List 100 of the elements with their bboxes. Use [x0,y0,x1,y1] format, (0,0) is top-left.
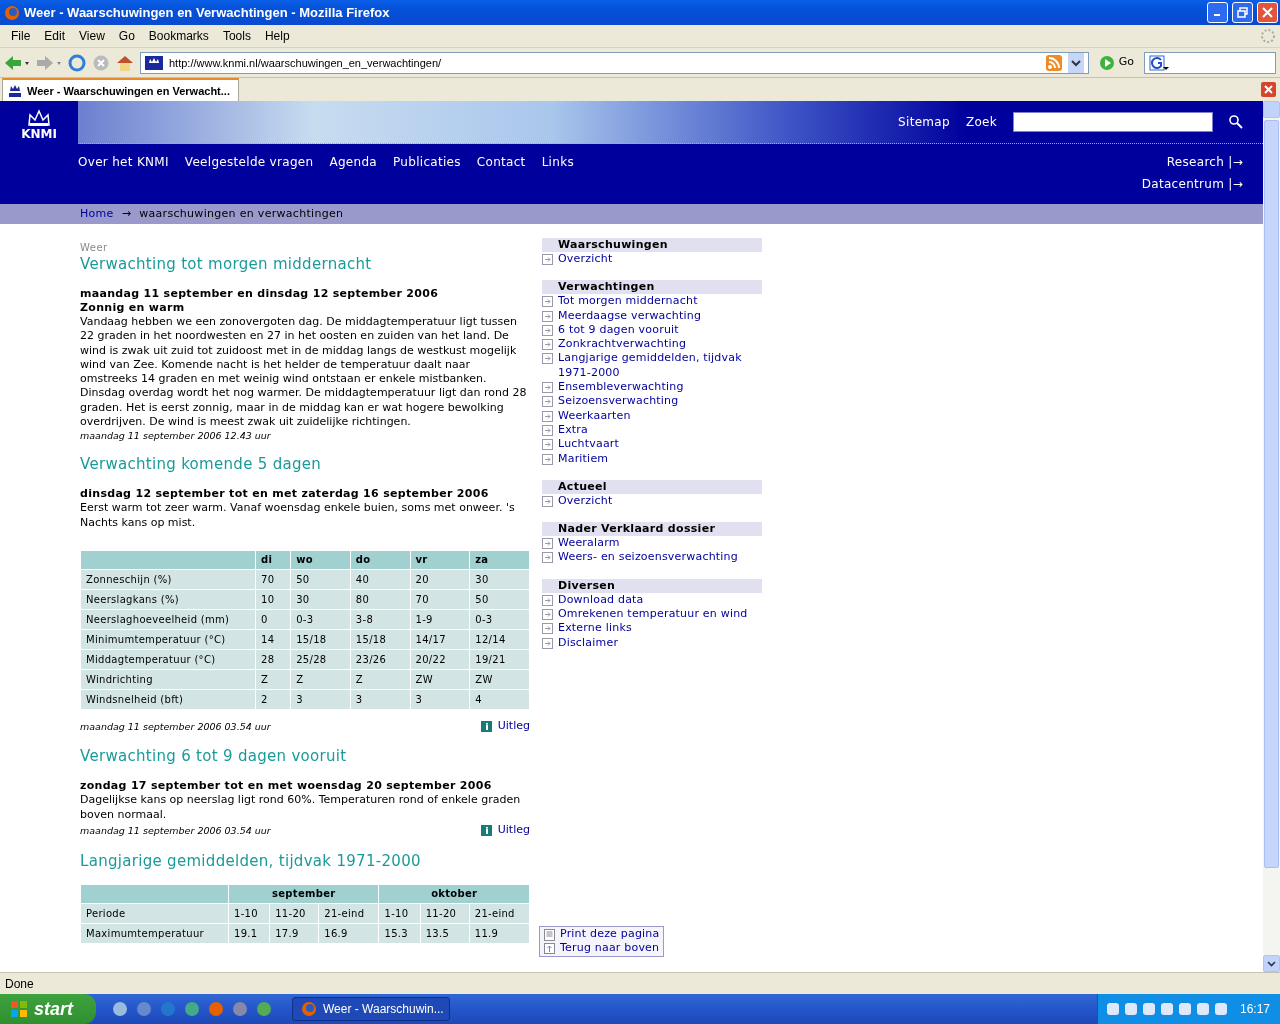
nav-link[interactable]: Agenda [329,153,377,193]
page-tool-link[interactable]: Print deze pagina [544,926,660,942]
breadcrumb-link[interactable]: Home [80,205,114,223]
info-link[interactable]: Uitleg [480,822,530,839]
sidebar-link[interactable]: Extra [542,422,762,438]
arrow-box-icon [542,323,554,336]
restore-icon [1237,7,1248,18]
sidebar-heading: Waarschuwingen [542,238,762,252]
sidebar-link[interactable]: Ensembleverwachting [542,380,762,395]
sidebar-link[interactable]: Weerkaarten [542,408,762,423]
section-heading: Verwachting tot morgen middernacht [80,255,373,273]
sidebar-link[interactable]: Weers- en seizoensverwachting [542,550,762,565]
menu-item[interactable]: File [4,29,38,43]
date-heading: zondag 17 september tot en met woensdag 20 september 2006 [80,779,493,794]
crown-icon [27,109,51,127]
windows-logo-icon [10,1000,28,1018]
start-button[interactable]: start [0,994,96,1024]
menu-item[interactable]: Tools [215,29,258,43]
sidebar-link[interactable]: Zonkrachtverwachting [542,337,762,352]
table-cell: Neerslaghoeveelheid (mm) [80,609,256,630]
taskbar-button[interactable]: Weer - Waarschuwin... [292,997,450,1021]
table-cell: Windsnelheid (bft) [80,689,256,710]
sidebar-link[interactable]: Download data [542,592,762,608]
forecast-subtitle: Zonnig en warm [80,301,186,315]
section-heading: Verwachting komende 5 dagen [80,455,323,474]
sidebar-link[interactable]: Omrekenen temperatuur en wind [542,607,762,622]
sidebar-link[interactable]: Weeralarm [542,536,762,551]
sidebar-link[interactable]: Externe links [542,621,762,636]
search-field[interactable] [1013,112,1213,132]
forecast-text: Eerst warm tot zeer warm. Vanaf woensdag enkele buien, soms met onweer. 's Nachts kans op mist. [80,501,516,530]
sidebar-link[interactable]: Seizoensverwachting [542,394,762,409]
scrollbar-thumb[interactable] [1264,120,1279,868]
rss-icon[interactable] [1045,54,1062,71]
search-field[interactable] [1144,51,1276,74]
arrow-box-icon [542,309,554,322]
arrow-box-icon [542,423,554,436]
nav-link[interactable]: Publicaties [393,153,461,193]
menu-item[interactable]: Go [111,29,142,43]
browser-tab[interactable]: Weer - Waarschuwingen en Verwacht... [2,78,239,101]
nav-link[interactable]: Datacentrum |→ [1141,175,1243,193]
scroll-down-button[interactable] [1263,955,1280,972]
sidebar-link[interactable]: Luchtvaart [542,437,762,452]
table-cell: Middagtemperatuur (°C) [80,649,256,670]
sidebar-link[interactable]: Maritiem [542,451,762,466]
arrow-box-icon [542,352,554,365]
table-header-cell: di [255,550,291,570]
clock: 16:17 [1239,1002,1270,1016]
crown-icon [145,55,163,70]
close-button[interactable] [1257,2,1278,23]
sidebar-link[interactable]: Langjarige gemiddelden, tijdvak 1971-2000 [542,351,762,381]
nav-link[interactable]: Research |→ [1166,153,1243,171]
sidebar-link[interactable]: Meerdaagse verwachting [542,308,762,323]
sidebar-link[interactable]: Overzicht [542,252,762,267]
restore-button[interactable] [1232,2,1253,23]
stop-icon[interactable] [92,53,110,72]
table-header-cell: september [228,884,379,904]
header-link[interactable]: Sitemap [898,113,950,131]
sidebar-link[interactable]: Tot morgen middernacht [542,294,762,309]
info-link[interactable]: Uitleg [480,717,530,735]
nav-link[interactable]: Links [541,153,574,193]
page-tool-link[interactable]: Terug naar boven [544,941,660,956]
sidebar-link[interactable]: Overzicht [542,493,762,509]
forward-arrow-icon[interactable] [36,54,62,71]
go-button[interactable]: Go [1094,54,1138,71]
menu-item[interactable]: View [72,29,112,43]
throbber-icon [1260,28,1276,44]
sidebar-heading: Nader Verklaard dossier [542,522,762,537]
arrow-box-icon [542,636,554,649]
menu-item[interactable]: Edit [37,29,73,43]
reload-icon[interactable] [68,53,86,72]
header-link[interactable]: Zoek [965,113,997,131]
search-icon[interactable] [1229,115,1243,129]
sidebar-link[interactable]: 6 tot 9 dagen vooruit [542,322,762,338]
arrow-box-icon [542,338,554,351]
menu-item[interactable]: Help [257,29,297,43]
sidebar-heading: Diversen [542,578,762,593]
minimize-button[interactable] [1207,2,1228,23]
back-arrow-icon[interactable] [4,54,30,71]
table-header-cell: oktober [379,884,530,904]
section-heading: Verwachting 6 tot 9 dagen vooruit [80,747,348,766]
info-icon [480,824,492,836]
scrollbar[interactable] [1263,101,1280,972]
home-icon[interactable] [116,53,134,72]
arrow-box-icon [542,622,554,635]
close-icon [1262,7,1273,18]
timestamp: maandag 11 september 2006 03.54 uur [80,719,271,733]
arrow-box-icon [542,494,554,507]
nav-link[interactable]: Veelgestelde vragen [184,153,314,193]
close-tab-icon[interactable] [1261,82,1276,97]
arrow-box-icon [542,295,554,308]
table-cell: Minimumtemperatuur (°C) [80,629,256,650]
address-field[interactable]: http://www.knmi.nl/waarschuwingen_en_verwachtingen/ [140,51,1089,74]
sidebar-link[interactable]: Disclaimer [542,635,762,650]
menu-item[interactable]: Bookmarks [141,29,216,43]
nav-link[interactable]: Over het KNMI [78,153,169,193]
breadcrumb-separator: → [121,205,132,222]
nav-link[interactable]: Contact [476,153,526,193]
forecast-text: Dagelijkse kans op neerslag ligt rond 60%. Temperaturen rond of enkele graden boven normaal. [80,793,522,823]
play-icon [1098,54,1115,71]
arrow-box-icon [542,395,554,408]
